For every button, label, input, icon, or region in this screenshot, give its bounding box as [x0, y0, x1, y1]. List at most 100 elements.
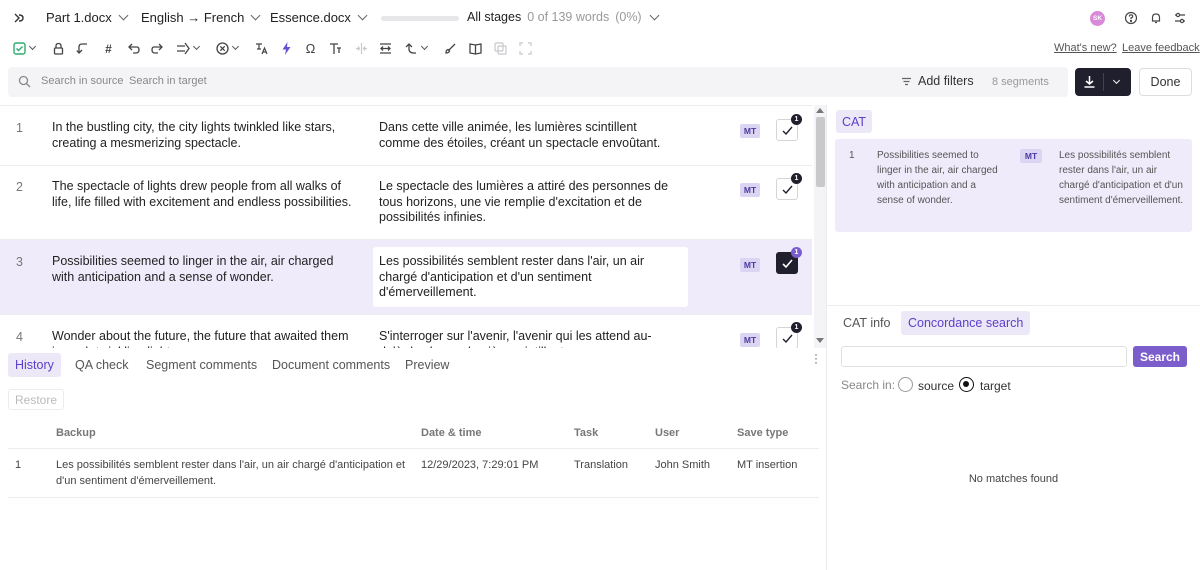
scroll-up-arrow-icon[interactable]: [816, 108, 824, 113]
lock-icon[interactable]: [51, 41, 66, 56]
settings-sliders-icon[interactable]: [1173, 11, 1187, 25]
divider: [8, 497, 819, 498]
stage-selector[interactable]: All stages 0 of 139 words (0%): [467, 10, 660, 24]
tab-history[interactable]: History: [8, 353, 61, 377]
segment-number: 3: [16, 255, 23, 269]
segment-target[interactable]: Dans cette ville animée, les lumières sc…: [379, 120, 679, 151]
lightning-icon[interactable]: [279, 41, 294, 56]
more-options-icon[interactable]: · · ·: [814, 348, 818, 368]
hash-icon[interactable]: #: [101, 41, 116, 56]
column-header-task[interactable]: Task: [574, 427, 598, 439]
confirm-checkbox[interactable]: 1: [776, 114, 802, 141]
backup-date: 12/29/2023, 7:29:01 PM: [421, 459, 539, 471]
radio-target-label[interactable]: target: [980, 379, 1011, 393]
chevron-down-icon: [250, 10, 261, 21]
book-icon[interactable]: [468, 41, 483, 56]
brush-icon[interactable]: [443, 41, 458, 56]
tab-cat[interactable]: CAT: [836, 110, 872, 133]
undo-icon[interactable]: [126, 41, 141, 56]
tab-segment-comments[interactable]: Segment comments: [139, 353, 264, 377]
clear-icon[interactable]: [215, 41, 230, 56]
match-source: Possibilities seemed to linger in the ai…: [877, 150, 998, 206]
radio-source[interactable]: [898, 377, 913, 392]
concordance-search-input[interactable]: [841, 346, 1127, 367]
copy-source-icon[interactable]: [76, 41, 91, 56]
segment-row-active[interactable]: 3 Possibilities seemed to linger in the …: [0, 240, 812, 315]
file-label: Part 1.docx: [46, 10, 112, 25]
panel-divider[interactable]: [826, 105, 827, 570]
copy-icon: [494, 42, 507, 55]
check-icon: [782, 126, 793, 136]
chevron-down-icon[interactable]: [1112, 76, 1121, 85]
leave-feedback-link[interactable]: Leave feedback: [1122, 42, 1200, 54]
bell-icon[interactable]: [1149, 11, 1163, 25]
column-header-user[interactable]: User: [655, 427, 679, 439]
segment-row[interactable]: 1 In the bustling city, the city lights …: [0, 106, 812, 166]
omega-special-char-icon[interactable]: Ω: [303, 41, 318, 56]
segment-number: 2: [16, 180, 23, 194]
chevron-down-icon[interactable]: [420, 42, 429, 51]
match-number: 1: [849, 150, 855, 161]
chevron-down-icon: [357, 10, 368, 21]
translate-icon[interactable]: [254, 41, 269, 56]
split-icon[interactable]: [378, 41, 393, 56]
column-header-save-type[interactable]: Save type: [737, 427, 788, 439]
add-filters-button[interactable]: Add filters: [901, 74, 974, 88]
chevron-down-icon[interactable]: [28, 42, 37, 51]
scrollbar-thumb[interactable]: [816, 117, 825, 187]
segment-number: 1: [16, 121, 23, 135]
mt-badge: MT: [740, 124, 760, 138]
tab-document-comments[interactable]: Document comments: [265, 353, 397, 377]
add-filters-label: Add filters: [918, 74, 974, 88]
search-icon: [18, 75, 31, 88]
tab-preview[interactable]: Preview: [398, 353, 456, 377]
restore-button[interactable]: Restore: [8, 389, 64, 410]
column-header-date[interactable]: Date & time: [421, 427, 482, 439]
done-button[interactable]: Done: [1139, 68, 1192, 96]
next-segment-icon[interactable]: [176, 41, 191, 56]
confirm-checkbox[interactable]: 1: [776, 322, 802, 348]
confirm-check-icon[interactable]: [12, 41, 27, 56]
progress-bar: [381, 16, 459, 21]
radio-source-label[interactable]: source: [918, 379, 954, 393]
whats-new-link[interactable]: What's new?: [1054, 42, 1117, 54]
divider: [827, 305, 1200, 306]
tab-concordance-search[interactable]: Concordance search: [901, 311, 1031, 335]
radio-target[interactable]: [959, 377, 974, 392]
segment-row[interactable]: 2 The spectacle of lights drew people fr…: [0, 166, 812, 240]
text-format-icon[interactable]: [328, 41, 343, 56]
tab-qa-check[interactable]: QA check: [68, 353, 136, 377]
mt-badge: MT: [1020, 149, 1042, 163]
scroll-down-arrow-icon[interactable]: [816, 338, 824, 343]
file-dropdown[interactable]: Part 1.docx: [46, 10, 129, 25]
match-target: Les possibilités semblent rester dans l'…: [1059, 150, 1184, 206]
project-dropdown[interactable]: Essence.docx: [270, 10, 368, 25]
segment-source: Wonder about the future, the future that…: [52, 329, 349, 348]
search-button[interactable]: Search: [1133, 346, 1187, 367]
divider: [8, 448, 819, 449]
editor-toolbar: # Ω: [0, 38, 1200, 60]
chevron-down-icon[interactable]: [231, 42, 240, 51]
segment-target[interactable]: Le spectacle des lumières a attiré des p…: [379, 179, 674, 226]
revert-icon[interactable]: [404, 41, 419, 56]
language-pair-dropdown[interactable]: English → French: [141, 10, 261, 25]
chevron-down-icon: [118, 10, 129, 21]
download-button[interactable]: [1075, 68, 1131, 96]
confirm-checkbox[interactable]: 1: [776, 173, 802, 200]
redo-icon[interactable]: [150, 41, 165, 56]
cat-match-item[interactable]: 1 Possibilities seemed to linger in the …: [835, 139, 1192, 232]
backup-text: Les possibilités semblent rester dans l'…: [56, 459, 406, 487]
segment-row[interactable]: 4 Wonder about the future, the future th…: [0, 315, 812, 348]
app-logo-icon[interactable]: [12, 11, 26, 25]
avatar[interactable]: SK: [1090, 11, 1105, 26]
help-icon[interactable]: [1124, 11, 1138, 25]
tab-cat-info[interactable]: CAT info: [836, 311, 897, 335]
column-header-backup[interactable]: Backup: [56, 427, 96, 439]
no-matches-message: No matches found: [968, 473, 1059, 485]
segment-target[interactable]: S'interroger sur l'avenir, l'avenir qui …: [379, 329, 674, 348]
search-target-input[interactable]: Search in target: [129, 75, 207, 87]
search-source-input[interactable]: Search in source: [41, 75, 124, 87]
segment-target[interactable]: Les possibilités semblent rester dans l'…: [379, 254, 669, 301]
confirm-checkbox-checked[interactable]: 1: [776, 247, 802, 274]
chevron-down-icon[interactable]: [192, 42, 201, 51]
